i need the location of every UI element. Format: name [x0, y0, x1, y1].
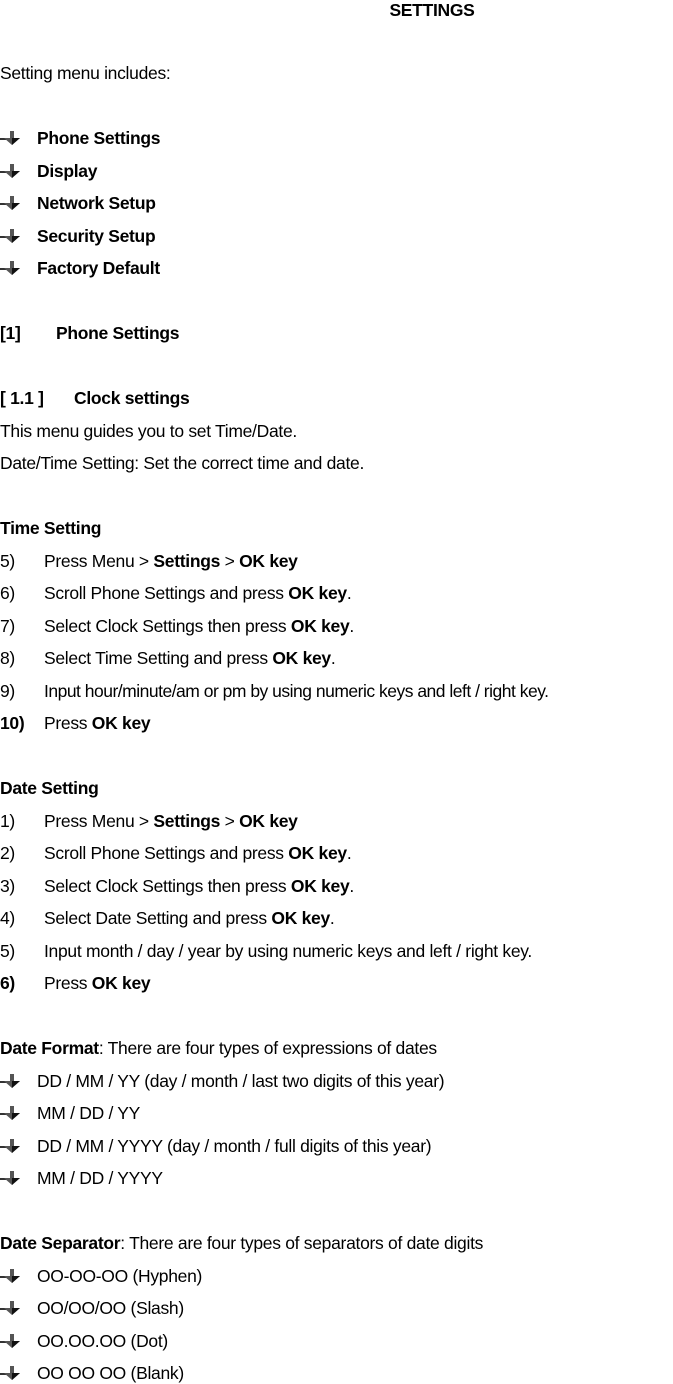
date-format-intro: Date Format: There are four types of exp…: [0, 1037, 437, 1059]
arrow-bullet-icon: [0, 196, 20, 210]
date-separator-option: OO OO OO (Blank): [37, 1363, 184, 1383]
date-format-item: MM / DD / YYYY: [0, 1167, 673, 1189]
arrow-bullet-icon: [0, 1334, 20, 1348]
step-item: 6) Scroll Phone Settings and press OK ke…: [0, 582, 673, 604]
step-text: Select Date Setting and press OK key.: [44, 908, 335, 928]
date-setting-heading: Date Setting: [0, 778, 99, 798]
arrow-bullet-icon: [0, 131, 20, 145]
step-text: Input month / day / year by using numeri…: [44, 941, 532, 961]
date-separator-intro: Date Separator: There are four types of …: [0, 1232, 483, 1254]
step-number: 9): [0, 681, 15, 701]
arrow-bullet-icon: [0, 1139, 20, 1153]
subsection-description: Date/Time Setting: Set the correct time …: [0, 453, 365, 473]
step-text: Input hour/minute/am or pm by using nume…: [44, 681, 549, 701]
step-text: Press Menu > Settings > OK key: [44, 811, 298, 831]
step-item: 7) Select Clock Settings then press OK k…: [0, 615, 673, 637]
step-text: Scroll Phone Settings and press OK key.: [44, 583, 352, 603]
arrow-bullet-icon: [0, 1171, 20, 1185]
step-item: 2) Scroll Phone Settings and press OK ke…: [0, 842, 673, 864]
step-number: 5): [0, 551, 15, 571]
subsection-heading: [ 1.1 ] Clock settings: [0, 387, 300, 409]
step-number: 10): [0, 713, 25, 733]
step-item: 3) Select Clock Settings then press OK k…: [0, 875, 673, 897]
menu-item-label: Phone Settings: [37, 128, 161, 148]
date-format-option: DD / MM / YYYY (day / month / full digit…: [37, 1136, 432, 1156]
section-title: Phone Settings: [56, 323, 180, 343]
step-text: Select Time Setting and press OK key.: [44, 648, 336, 668]
menu-item: Phone Settings: [0, 127, 300, 149]
arrow-bullet-icon: [0, 164, 20, 178]
date-format-option: MM / DD / YYYY: [37, 1168, 163, 1188]
date-separator-item: OO.OO.OO (Dot): [0, 1330, 673, 1352]
arrow-bullet-icon: [0, 1301, 20, 1315]
date-separator-label: Date Separator: [0, 1233, 121, 1253]
arrow-bullet-icon: [0, 1074, 20, 1088]
date-separator-text: : There are four types of separators of …: [120, 1233, 484, 1253]
date-separator-option: OO/OO/OO (Slash): [37, 1298, 184, 1318]
section-number: [1]: [0, 323, 21, 343]
arrow-bullet-icon: [0, 1269, 20, 1283]
step-number: 7): [0, 616, 15, 636]
date-format-item: DD / MM / YY (day / month / last two dig…: [0, 1070, 673, 1092]
date-format-item: MM / DD / YY: [0, 1102, 673, 1124]
step-number: 3): [0, 876, 15, 896]
menu-item: Display: [0, 160, 300, 182]
section-heading: [1] Phone Settings: [0, 322, 300, 344]
subsection-title: Clock settings: [74, 388, 190, 408]
step-item: 9) Input hour/minute/am or pm by using n…: [0, 680, 673, 702]
date-format-text: : There are four types of expressions of…: [98, 1038, 437, 1058]
step-item: 1) Press Menu > Settings > OK key: [0, 810, 673, 832]
date-format-option: MM / DD / YY: [37, 1103, 141, 1123]
date-separator-item: OO-OO-OO (Hyphen): [0, 1265, 673, 1287]
intro-text: Setting menu includes:: [0, 63, 171, 83]
time-setting-heading: Time Setting: [0, 518, 102, 538]
step-item: 4) Select Date Setting and press OK key.: [0, 907, 673, 929]
step-item: 8) Select Time Setting and press OK key.: [0, 647, 673, 669]
step-text: Select Clock Settings then press OK key.: [44, 616, 354, 636]
step-text: Press Menu > Settings > OK key: [44, 551, 298, 571]
step-number: 6): [0, 583, 15, 603]
subsection-number: [ 1.1 ]: [0, 388, 44, 408]
menu-item-label: Network Setup: [37, 193, 156, 213]
menu-item: Security Setup: [0, 225, 300, 247]
step-number: 2): [0, 843, 15, 863]
date-format-option: DD / MM / YY (day / month / last two dig…: [37, 1071, 445, 1091]
menu-item-label: Display: [37, 161, 98, 181]
date-separator-item: OO/OO/OO (Slash): [0, 1297, 673, 1319]
arrow-bullet-icon: [0, 229, 20, 243]
step-text: Press OK key: [44, 713, 151, 733]
arrow-bullet-icon: [0, 261, 20, 275]
arrow-bullet-icon: [0, 1366, 20, 1380]
menu-item: Network Setup: [0, 192, 300, 214]
step-item: 5) Input month / day / year by using num…: [0, 940, 673, 962]
menu-item-label: Security Setup: [37, 226, 156, 246]
menu-item: Factory Default: [0, 257, 300, 279]
step-item: 6) Press OK key: [0, 972, 673, 994]
step-number: 8): [0, 648, 15, 668]
arrow-bullet-icon: [0, 1106, 20, 1120]
step-number: 1): [0, 811, 15, 831]
step-item: 5) Press Menu > Settings > OK key: [0, 550, 673, 572]
subsection-description: This menu guides you to set Time/Date.: [0, 421, 297, 441]
step-number: 4): [0, 908, 15, 928]
date-format-item: DD / MM / YYYY (day / month / full digit…: [0, 1135, 673, 1157]
menu-item-label: Factory Default: [37, 258, 160, 278]
page-title: SETTINGS: [389, 0, 475, 20]
date-format-label: Date Format: [0, 1038, 99, 1058]
step-text: Scroll Phone Settings and press OK key.: [44, 843, 352, 863]
date-separator-option: OO.OO.OO (Dot): [37, 1331, 168, 1351]
date-separator-item: OO OO OO (Blank): [0, 1362, 673, 1384]
step-number: 5): [0, 941, 15, 961]
step-text: Press OK key: [44, 973, 151, 993]
step-text: Select Clock Settings then press OK key.: [44, 876, 354, 896]
date-separator-option: OO-OO-OO (Hyphen): [37, 1266, 203, 1286]
step-item: 10) Press OK key: [0, 712, 673, 734]
step-number: 6): [0, 973, 15, 993]
